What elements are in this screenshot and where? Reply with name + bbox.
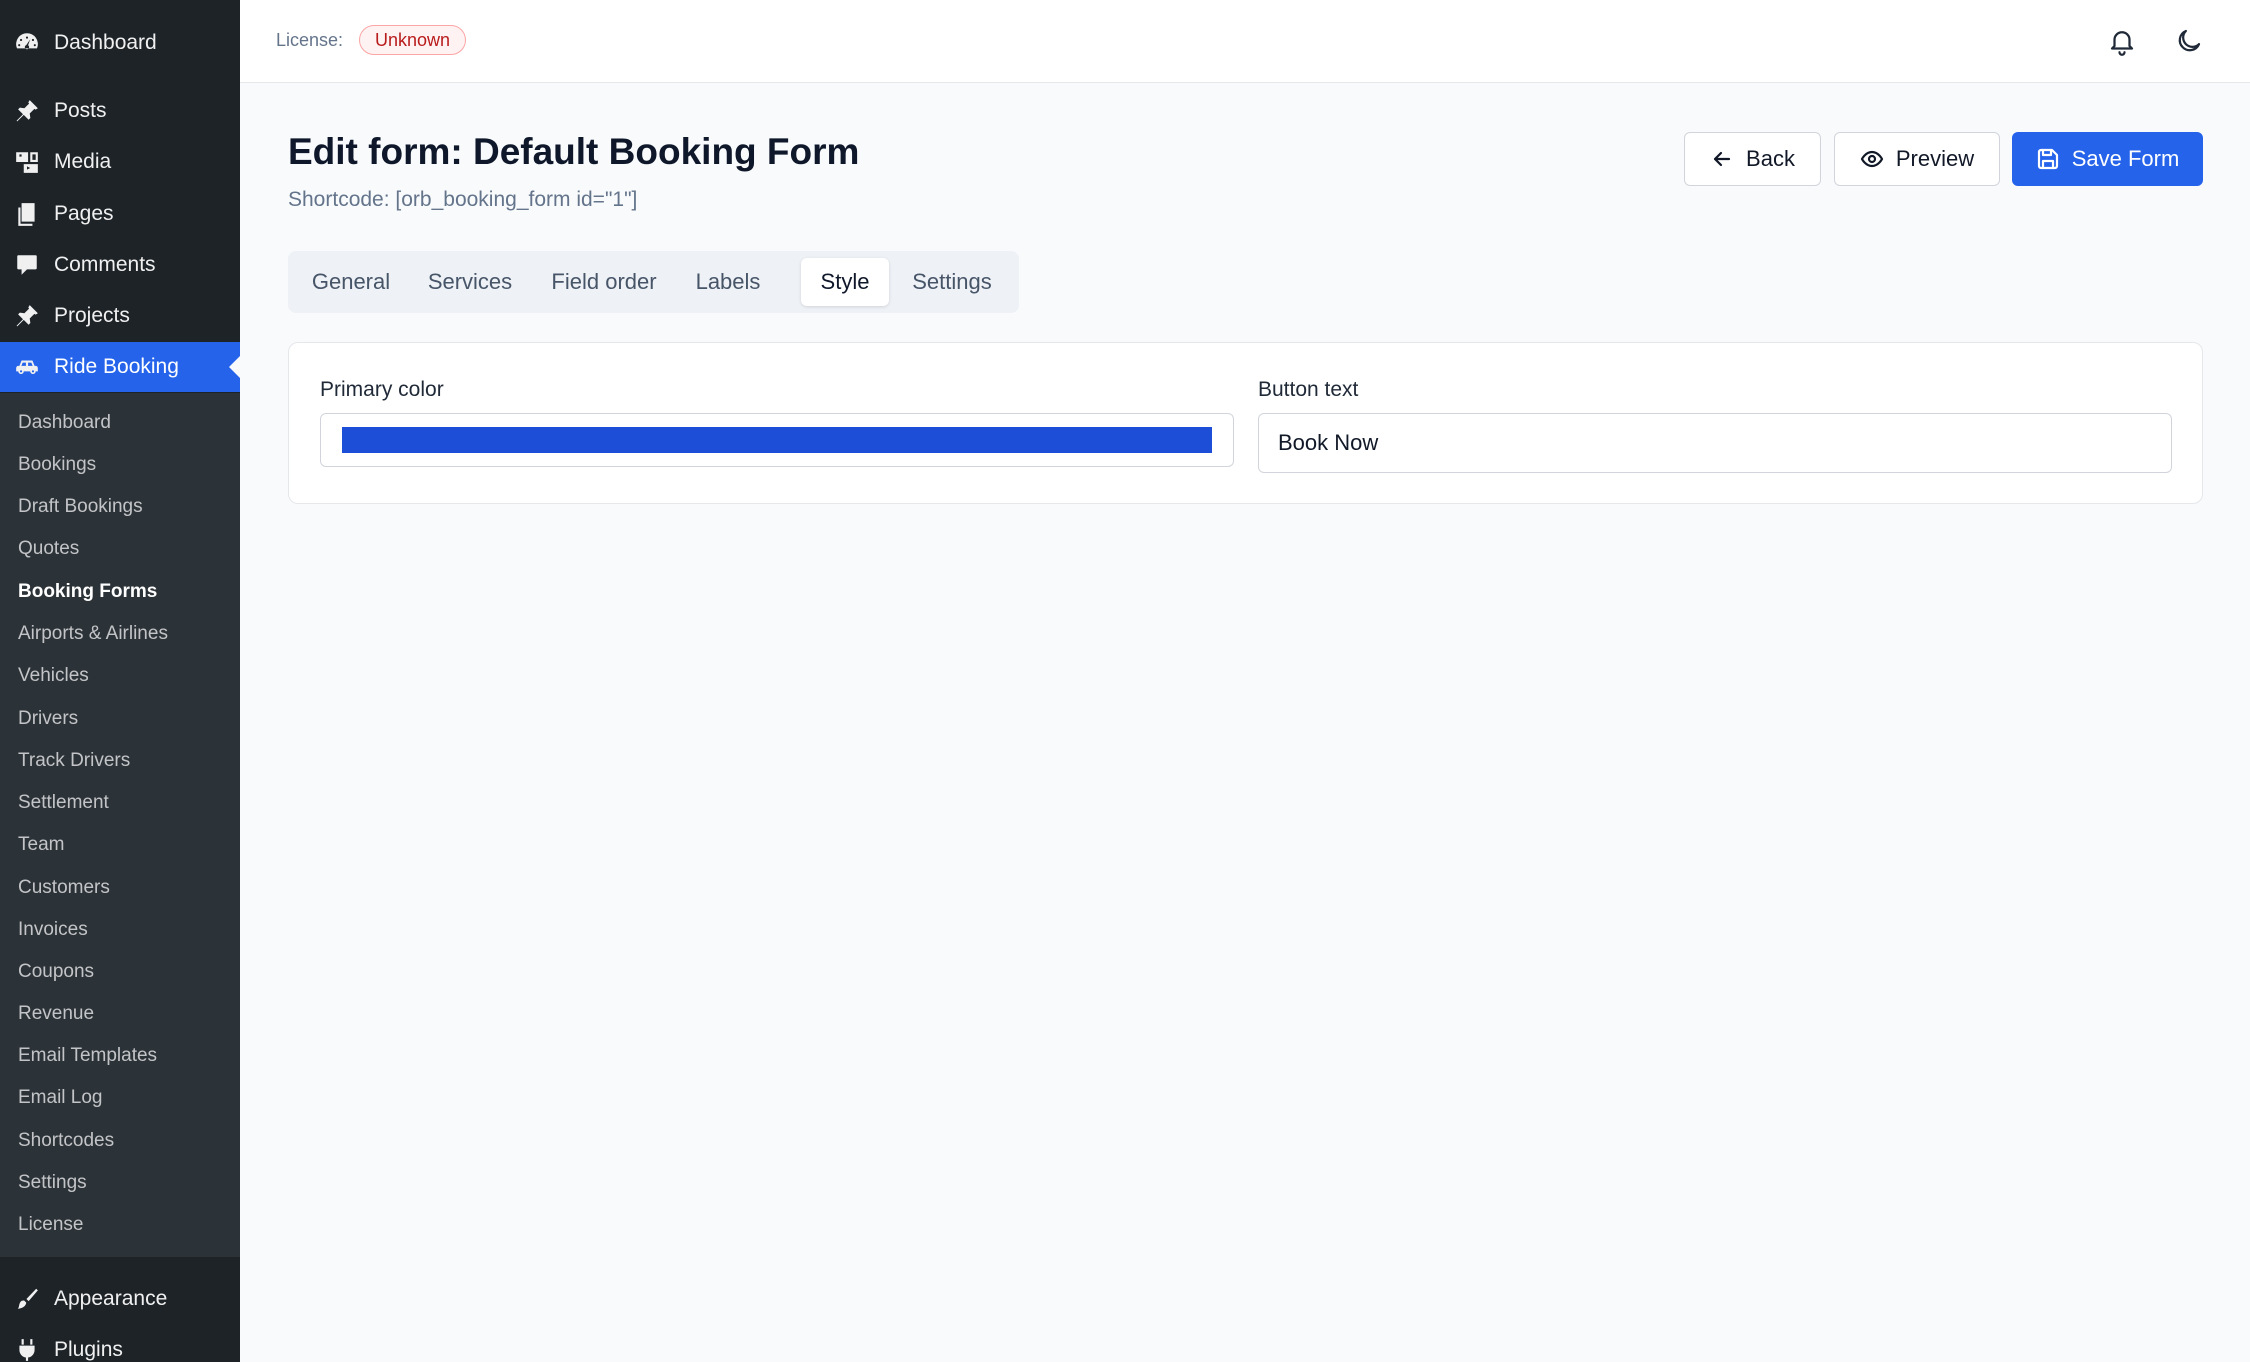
sidebar-item-label: Dashboard xyxy=(54,31,157,54)
submenu-item-airports-airlines[interactable]: Airports & Airlines xyxy=(18,623,168,645)
primary-color-swatch xyxy=(342,427,1212,453)
sidebar-item-label: Media xyxy=(54,150,112,173)
sidebar-item-projects[interactable]: Projects xyxy=(0,291,240,341)
ride-booking-submenu: Dashboard Bookings Draft Bookings Quotes… xyxy=(0,393,240,1257)
button-text-input[interactable] xyxy=(1258,413,2172,473)
primary-color-picker[interactable] xyxy=(320,413,1234,467)
submenu-item-dashboard[interactable]: Dashboard xyxy=(18,412,111,434)
sidebar-item-label: Comments xyxy=(54,253,156,276)
submenu-item-track-drivers[interactable]: Track Drivers xyxy=(18,750,130,772)
tab-labels[interactable]: Labels xyxy=(680,258,776,306)
license-status-badge: Unknown xyxy=(359,25,467,55)
arrow-left-icon xyxy=(1713,151,1731,167)
sidebar-item-pages[interactable]: Pages xyxy=(0,189,240,239)
sidebar-item-label: Pages xyxy=(54,202,114,225)
submenu-item-quotes[interactable]: Quotes xyxy=(18,538,79,560)
submenu-item-shortcodes[interactable]: Shortcodes xyxy=(18,1130,114,1152)
submenu-item-team[interactable]: Team xyxy=(18,834,64,856)
submenu-item-license[interactable]: License xyxy=(18,1214,84,1236)
back-button-label: Back xyxy=(1746,146,1795,171)
sidebar-item-label: Plugins xyxy=(54,1338,123,1361)
bell-icon[interactable] xyxy=(2105,24,2139,58)
submenu-item-drivers[interactable]: Drivers xyxy=(18,708,78,730)
license-label: License: xyxy=(276,30,344,50)
submenu-item-booking-forms[interactable]: Booking Forms xyxy=(18,581,157,603)
button-text-label: Button text xyxy=(1258,378,1359,401)
pin-icon xyxy=(13,97,41,125)
submenu-item-email-templates[interactable]: Email Templates xyxy=(18,1045,157,1067)
sidebar-item-dashboard[interactable]: Dashboard xyxy=(0,18,240,68)
preview-button-label: Preview xyxy=(1895,146,1975,171)
primary-color-label: Primary color xyxy=(320,378,444,401)
sidebar-item-media[interactable]: Media xyxy=(0,137,240,187)
sidebar-item-appearance[interactable]: Appearance xyxy=(0,1274,240,1324)
moon-icon[interactable] xyxy=(2172,24,2206,58)
submenu-item-coupons[interactable]: Coupons xyxy=(18,961,94,983)
tab-style[interactable]: Style xyxy=(801,258,889,306)
shortcode-text: Shortcode: [orb_booking_form id="1"] xyxy=(288,188,638,211)
submenu-item-settlement[interactable]: Settlement xyxy=(18,792,109,814)
sidebar-item-ride-booking[interactable]: Ride Booking xyxy=(0,342,240,392)
tab-services[interactable]: Services xyxy=(412,258,528,306)
back-button[interactable]: Back xyxy=(1684,132,1821,186)
gauge-icon xyxy=(13,29,41,57)
sidebar-item-label: Projects xyxy=(54,304,130,327)
sidebar-item-comments[interactable]: Comments xyxy=(0,240,240,290)
pin-icon xyxy=(13,302,41,330)
brush-icon xyxy=(13,1285,41,1313)
sidebar-item-posts[interactable]: Posts xyxy=(0,86,240,136)
tab-settings[interactable]: Settings xyxy=(895,258,1009,306)
save-form-button[interactable]: Save Form xyxy=(2012,132,2203,186)
comment-icon xyxy=(13,251,41,279)
top-bar: License: Unknown xyxy=(240,0,2250,83)
media-icon xyxy=(13,148,41,176)
form-tabs: General Services Field order Labels Styl… xyxy=(288,251,1019,313)
page-title: Edit form: Default Booking Form xyxy=(288,131,860,172)
car-icon xyxy=(13,353,41,381)
submenu-item-vehicles[interactable]: Vehicles xyxy=(18,665,89,687)
tab-field-order[interactable]: Field order xyxy=(534,258,674,306)
submenu-item-invoices[interactable]: Invoices xyxy=(18,919,88,941)
submenu-item-bookings[interactable]: Bookings xyxy=(18,454,96,476)
sidebar-item-label: Posts xyxy=(54,99,107,122)
submenu-item-revenue[interactable]: Revenue xyxy=(18,1003,94,1025)
sidebar-item-label: Ride Booking xyxy=(54,355,179,378)
style-settings-card: Primary color Button text xyxy=(288,342,2203,504)
sidebar-item-label: Appearance xyxy=(54,1287,168,1310)
pages-icon xyxy=(13,200,41,228)
save-form-button-label: Save Form xyxy=(2071,146,2180,171)
save-icon xyxy=(2037,148,2058,170)
submenu-item-customers[interactable]: Customers xyxy=(18,877,110,899)
submenu-item-draft-bookings[interactable]: Draft Bookings xyxy=(18,496,143,518)
admin-sidebar: Dashboard Posts Media Pages Comments Pro… xyxy=(0,0,240,1362)
submenu-item-email-log[interactable]: Email Log xyxy=(18,1087,103,1109)
tab-general[interactable]: General xyxy=(296,258,406,306)
plug-icon xyxy=(13,1336,41,1362)
submenu-item-settings[interactable]: Settings xyxy=(18,1172,87,1194)
sidebar-item-plugins[interactable]: Plugins xyxy=(0,1325,240,1362)
eye-icon xyxy=(1860,150,1883,168)
preview-button[interactable]: Preview xyxy=(1834,132,2000,186)
